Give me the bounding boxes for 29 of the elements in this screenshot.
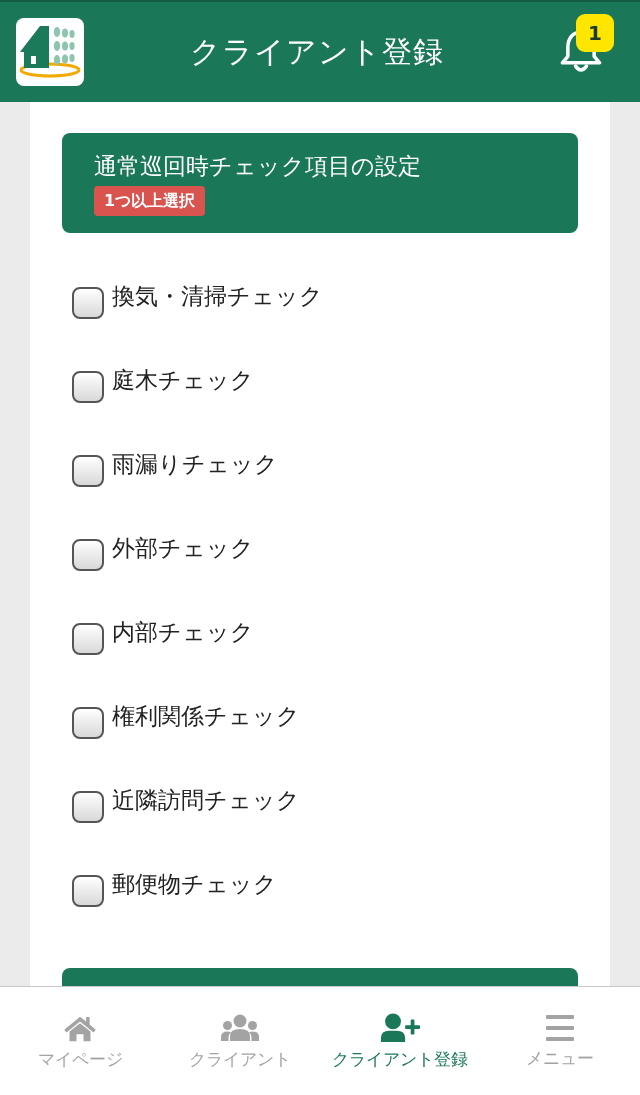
requirement-badge: 1つ以上選択: [94, 186, 206, 216]
checkbox[interactable]: [72, 623, 104, 655]
user-plus-icon: [380, 1013, 420, 1042]
checkbox-label: 換気・清掃チェック: [112, 282, 323, 311]
checkbox-label: 内部チェック: [112, 618, 254, 647]
checkbox[interactable]: [72, 791, 104, 823]
section-title: 通常巡回時チェック項目の設定: [94, 152, 422, 181]
menu-icon: [546, 1015, 574, 1041]
checkbox-label: 雨漏りチェック: [112, 450, 278, 479]
nav-tab[interactable]: マイページ: [0, 987, 160, 1095]
home-icon: [62, 1014, 98, 1042]
checkbox[interactable]: [72, 707, 104, 739]
checkbox[interactable]: [72, 455, 104, 487]
checkbox[interactable]: [72, 875, 104, 907]
checkbox[interactable]: [72, 371, 104, 403]
checkbox-label: 外部チェック: [112, 534, 254, 563]
checkbox-label: 近隣訪問チェック: [112, 786, 300, 815]
checkbox[interactable]: [72, 287, 104, 319]
checkbox-label: 庭木チェック: [112, 366, 254, 395]
app-logo: [16, 18, 84, 86]
checkbox-label: 権利関係チェック: [112, 702, 300, 731]
nav-tab[interactable]: クライアント: [160, 987, 320, 1095]
checkbox[interactable]: [72, 539, 104, 571]
notification-badge: 1: [576, 14, 614, 52]
nav-tab[interactable]: クライアント登録: [320, 987, 480, 1095]
nav-tab[interactable]: メニュー: [480, 987, 640, 1095]
users-icon: [220, 1014, 260, 1042]
checkbox-label: 郵便物チェック: [112, 870, 277, 899]
page-title: クライアント登録: [189, 32, 445, 71]
